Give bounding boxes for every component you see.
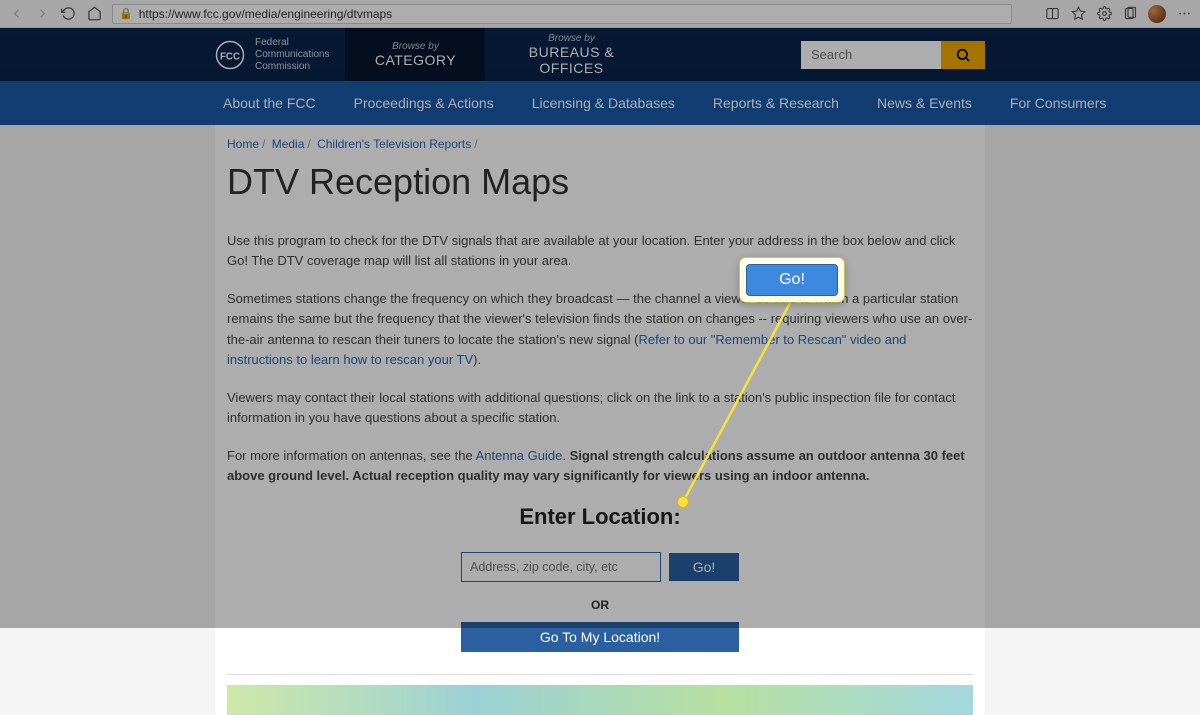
location-form: Enter Location: Go! OR Go To My Location… bbox=[227, 504, 973, 715]
breadcrumb: Home/ Media/ Children's Television Repor… bbox=[227, 125, 973, 161]
nav-news[interactable]: News & Events bbox=[877, 95, 972, 111]
search-button[interactable] bbox=[941, 41, 985, 69]
my-location-button[interactable]: Go To My Location! bbox=[461, 622, 739, 652]
paragraph-3: Viewers may contact their local stations… bbox=[227, 388, 973, 428]
browser-toolbar: 🔒 https://www.fcc.gov/media/engineering/… bbox=[0, 0, 1200, 28]
favorite-icon[interactable] bbox=[1070, 6, 1086, 22]
browse-category-tab[interactable]: Browse by CATEGORY bbox=[345, 28, 485, 81]
crumb-childrens-tv[interactable]: Children's Television Reports bbox=[317, 137, 471, 151]
more-icon[interactable] bbox=[1176, 6, 1192, 22]
fcc-logo[interactable]: FCC Federal Communications Commission bbox=[215, 37, 329, 73]
divider bbox=[227, 674, 973, 675]
nav-consumers[interactable]: For Consumers bbox=[1010, 95, 1106, 111]
page-title: DTV Reception Maps bbox=[227, 161, 973, 203]
site-search bbox=[801, 41, 985, 69]
map-preview bbox=[227, 685, 973, 715]
forward-icon[interactable] bbox=[34, 6, 50, 22]
lock-icon: 🔒 bbox=[119, 7, 133, 20]
body-text: Use this program to check for the DTV si… bbox=[227, 231, 973, 486]
extensions-icon[interactable] bbox=[1096, 6, 1112, 22]
address-input[interactable] bbox=[461, 552, 661, 582]
crumb-home[interactable]: Home bbox=[227, 137, 259, 151]
url-bar[interactable]: 🔒 https://www.fcc.gov/media/engineering/… bbox=[112, 4, 1012, 24]
site-header: FCC Federal Communications Commission Br… bbox=[0, 28, 1200, 81]
profile-avatar[interactable] bbox=[1148, 5, 1166, 23]
go-button[interactable]: Go! bbox=[669, 553, 739, 581]
antenna-guide-link[interactable]: Antenna Guide bbox=[476, 448, 563, 463]
collections-icon[interactable] bbox=[1122, 6, 1138, 22]
nav-about[interactable]: About the FCC bbox=[223, 95, 316, 111]
nav-reports[interactable]: Reports & Research bbox=[713, 95, 839, 111]
browse-bureaus-tab[interactable]: Browse by BUREAUS & OFFICES bbox=[501, 28, 641, 81]
nav-proceedings[interactable]: Proceedings & Actions bbox=[354, 95, 494, 111]
read-icon[interactable] bbox=[1044, 6, 1060, 22]
or-divider: OR bbox=[227, 598, 973, 612]
paragraph-4: For more information on antennas, see th… bbox=[227, 446, 973, 486]
primary-nav: About the FCC Proceedings & Actions Lice… bbox=[0, 81, 1200, 125]
url-text: https://www.fcc.gov/media/engineering/dt… bbox=[139, 7, 392, 21]
refresh-icon[interactable] bbox=[60, 6, 76, 22]
logo-text: Federal Communications Commission bbox=[255, 37, 329, 73]
enter-location-heading: Enter Location: bbox=[227, 504, 973, 530]
paragraph-2: Sometimes stations change the frequency … bbox=[227, 289, 973, 370]
back-icon[interactable] bbox=[8, 6, 24, 22]
main-content: Home/ Media/ Children's Television Repor… bbox=[215, 125, 985, 715]
nav-licensing[interactable]: Licensing & Databases bbox=[532, 95, 675, 111]
paragraph-1: Use this program to check for the DTV si… bbox=[227, 231, 973, 271]
search-input[interactable] bbox=[801, 41, 941, 69]
crumb-media[interactable]: Media bbox=[272, 137, 305, 151]
home-icon[interactable] bbox=[86, 6, 102, 22]
toolbar-right bbox=[1044, 5, 1192, 23]
logo-icon: FCC bbox=[215, 40, 245, 70]
svg-text:FCC: FCC bbox=[220, 51, 240, 62]
